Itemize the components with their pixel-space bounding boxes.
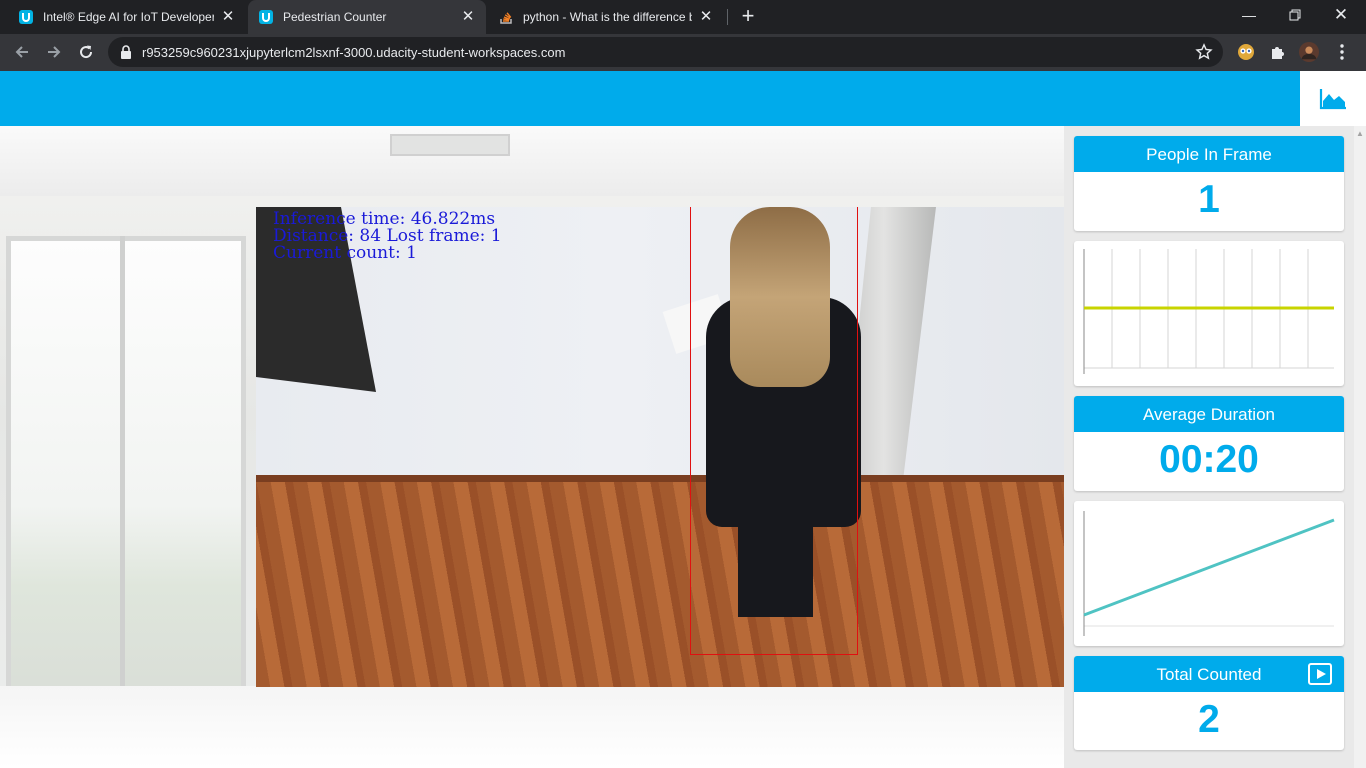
page-scrollbar[interactable]	[1354, 126, 1366, 768]
url-text[interactable]: r953259c960231xjupyterlcm2lsxnf-3000.uda…	[142, 45, 565, 60]
total-counted-header: Total Counted	[1074, 656, 1344, 692]
forward-button[interactable]	[41, 39, 67, 65]
udacity-icon	[19, 10, 33, 24]
tab-stackoverflow[interactable]: python - What is the difference b ✕	[488, 0, 724, 34]
restore-icon	[1289, 9, 1301, 21]
floor	[0, 686, 1064, 768]
stackoverflow-icon	[500, 12, 512, 24]
average-duration-value: 00:20	[1159, 438, 1259, 481]
extensions-puzzle-icon[interactable]	[1268, 42, 1288, 62]
tab-separator	[727, 9, 728, 25]
app-header	[0, 71, 1300, 126]
minimize-button[interactable]: —	[1226, 0, 1272, 30]
reload-button[interactable]	[73, 39, 99, 65]
close-window-button[interactable]: ✕	[1318, 0, 1364, 30]
bookmark-star-icon[interactable]	[1195, 43, 1213, 61]
area-chart-icon	[1319, 88, 1346, 109]
profile-avatar[interactable]	[1299, 42, 1319, 62]
current-count-text: Current count: 1	[273, 243, 417, 263]
tab-title: python - What is the difference b	[523, 10, 692, 24]
people-in-frame-card: People In Frame 1	[1074, 136, 1344, 231]
duration-series-line	[1083, 518, 1335, 617]
people-in-frame-label: People In Frame	[1074, 136, 1344, 172]
ceiling	[0, 126, 1064, 196]
forward-arrow-icon	[48, 46, 61, 58]
restore-button[interactable]	[1272, 0, 1318, 30]
scroll-up-arrow[interactable]: ▲	[1356, 129, 1364, 138]
udacity-icon	[259, 10, 273, 24]
avatar-icon	[1299, 42, 1319, 62]
lock-icon[interactable]	[120, 45, 132, 59]
people-in-frame-value: 1	[1198, 178, 1220, 221]
extension-owl-icon[interactable]	[1236, 42, 1256, 62]
address-bar[interactable]: r953259c960231xjupyterlcm2lsxnf-3000.uda…	[108, 37, 1223, 67]
chart-toggle-button[interactable]	[1300, 71, 1366, 126]
close-tab-icon[interactable]: ✕	[698, 9, 714, 25]
back-arrow-icon	[15, 46, 28, 58]
play-icon[interactable]	[1308, 663, 1332, 685]
tab-pedestrian-counter[interactable]: Pedestrian Counter ✕	[248, 0, 486, 34]
owl-icon	[1238, 44, 1254, 60]
average-duration-label: Average Duration	[1074, 396, 1344, 432]
browser-toolbar: r953259c960231xjupyterlcm2lsxnf-3000.uda…	[0, 34, 1366, 71]
kebab-menu-icon	[1340, 44, 1344, 60]
people-chart-card	[1074, 241, 1344, 386]
tab-intel-edge-ai[interactable]: Intel® Edge AI for IoT Developers ✕	[8, 0, 246, 34]
average-duration-card: Average Duration 00:20	[1074, 396, 1344, 491]
office-window	[6, 236, 246, 726]
tab-title: Pedestrian Counter	[283, 10, 387, 24]
tab-strip: Intel® Edge AI for IoT Developers ✕ Pede…	[0, 0, 1366, 34]
reload-icon	[80, 45, 93, 59]
people-chart	[1083, 249, 1334, 374]
video-feed: Inference time: 46.822ms Distance: 84 Lo…	[256, 207, 1064, 687]
ceiling-vent	[390, 134, 510, 156]
duration-chart-card	[1074, 501, 1344, 646]
total-counted-card: Total Counted 2	[1074, 656, 1344, 750]
new-tab-button[interactable]: +	[736, 5, 760, 29]
tab-title: Intel® Edge AI for IoT Developers	[43, 10, 214, 24]
video-floor	[256, 482, 1064, 687]
puzzle-icon	[1272, 47, 1284, 59]
total-counted-value: 2	[1198, 698, 1220, 741]
close-tab-icon[interactable]: ✕	[460, 9, 476, 25]
duration-chart	[1083, 511, 1335, 636]
browser-menu-button[interactable]	[1332, 42, 1352, 62]
back-button[interactable]	[9, 39, 35, 65]
total-counted-label: Total Counted	[1156, 665, 1262, 684]
window-frame	[120, 236, 125, 726]
video-baseboard	[256, 475, 1064, 482]
detection-bounding-box	[690, 207, 858, 655]
close-tab-icon[interactable]: ✕	[220, 9, 236, 25]
